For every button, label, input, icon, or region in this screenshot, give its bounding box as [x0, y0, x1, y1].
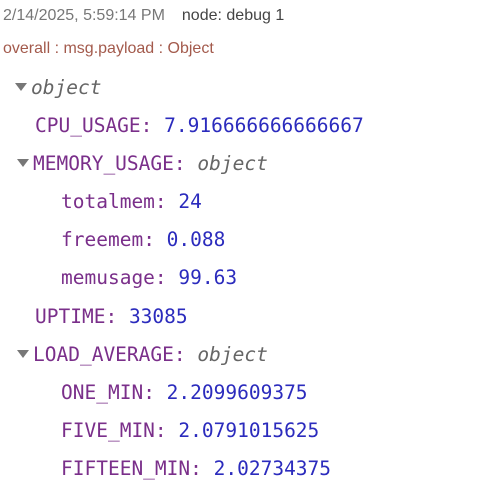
- tree-row-fifteen-min: FIFTEEN_MIN: 2.02734375: [61, 457, 332, 480]
- property-key: ONE_MIN: [61, 381, 144, 404]
- caret-down-icon[interactable]: [17, 349, 29, 358]
- node-name-link[interactable]: node: debug 1: [182, 7, 284, 24]
- tree-row-uptime: UPTIME: 33085: [35, 305, 188, 328]
- tree-row-freemem: freemem: 0.088: [61, 228, 226, 251]
- tree-row-totalmem: totalmem: 24: [61, 190, 202, 213]
- tree-row-memusage: memusage: 99.63: [61, 266, 238, 289]
- property-key: UPTIME: [35, 305, 106, 328]
- tree-row-memory-usage[interactable]: MEMORY_USAGE: object: [17, 151, 268, 177]
- property-value[interactable]: 99.63: [178, 266, 237, 289]
- property-key: freemem: [61, 228, 144, 251]
- tree-row-five-min: FIVE_MIN: 2.0791015625: [61, 419, 320, 442]
- message-topic: overall : msg.payload : Object: [3, 40, 214, 57]
- property-key: totalmem: [61, 190, 155, 213]
- property-value[interactable]: 24: [178, 190, 201, 213]
- property-key: LOAD_AVERAGE: [33, 343, 174, 366]
- debug-message-meta: 2/14/2025, 5:59:14 PM node: debug 1: [3, 7, 284, 25]
- property-key: FIVE_MIN: [61, 419, 155, 442]
- property-type: object: [197, 343, 268, 366]
- property-value[interactable]: 33085: [129, 305, 188, 328]
- property-value[interactable]: 2.02734375: [214, 457, 331, 480]
- root-type: object: [31, 76, 102, 99]
- debug-message: 2/14/2025, 5:59:14 PM node: debug 1 overa…: [0, 0, 502, 498]
- property-key: MEMORY_USAGE: [33, 152, 174, 175]
- property-key: memusage: [61, 266, 155, 289]
- property-value[interactable]: 7.916666666666667: [164, 114, 364, 137]
- property-type: object: [197, 152, 268, 175]
- property-value[interactable]: 2.0791015625: [178, 419, 319, 442]
- property-key: CPU_USAGE: [35, 114, 141, 137]
- property-key: FIFTEEN_MIN: [61, 457, 191, 480]
- tree-row-cpu-usage: CPU_USAGE: 7.916666666666667: [35, 114, 364, 137]
- tree-row-one-min: ONE_MIN: 2.2099609375: [61, 381, 308, 404]
- caret-down-icon[interactable]: [17, 158, 29, 167]
- property-value[interactable]: 2.2099609375: [167, 381, 308, 404]
- caret-down-icon[interactable]: [15, 82, 27, 91]
- message-timestamp: 2/14/2025, 5:59:14 PM: [3, 7, 165, 24]
- tree-row-load-average[interactable]: LOAD_AVERAGE: object: [17, 342, 268, 368]
- tree-row-root[interactable]: object: [15, 75, 101, 101]
- property-value[interactable]: 0.088: [167, 228, 226, 251]
